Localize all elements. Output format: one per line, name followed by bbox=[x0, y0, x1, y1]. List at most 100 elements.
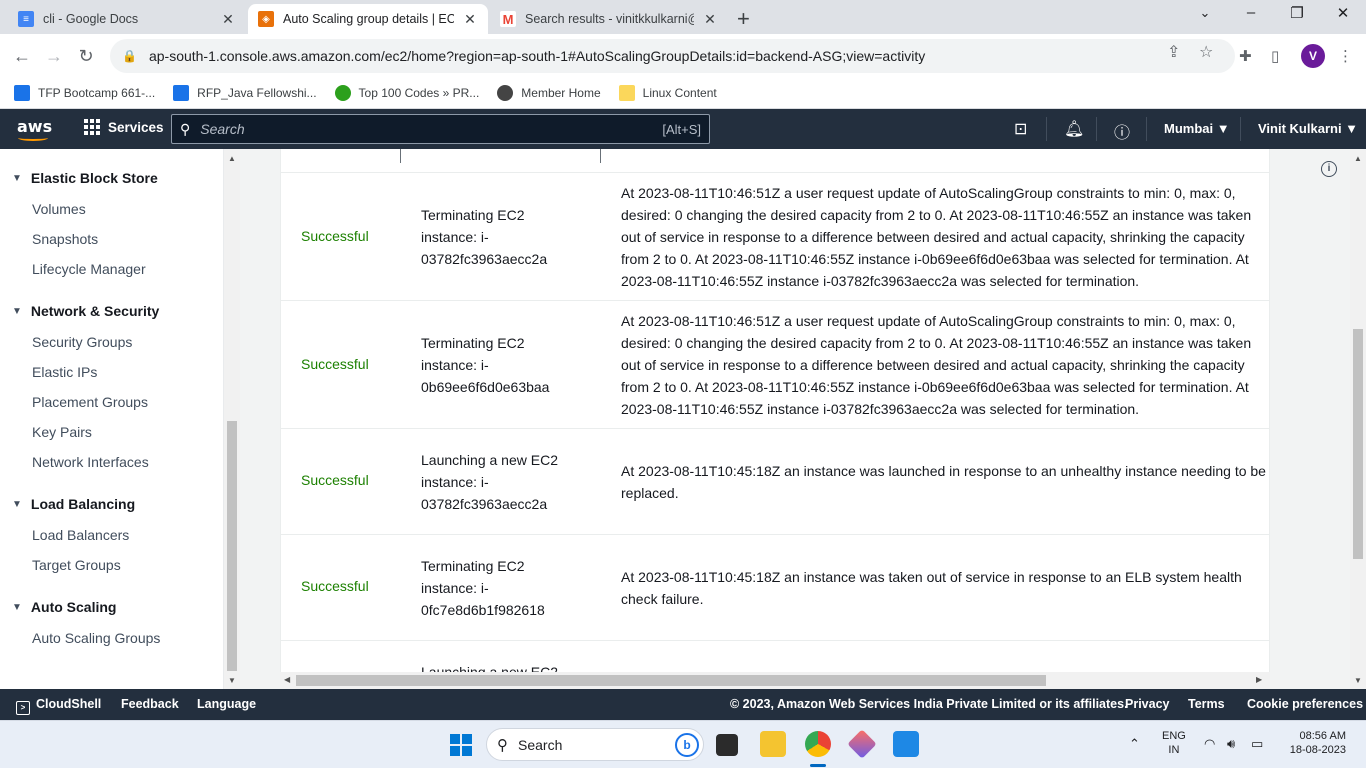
sidebar-item-network-interfaces[interactable]: Network Interfaces bbox=[32, 454, 149, 470]
description-cell: Terminating EC2 instance: i- 03782fc3963… bbox=[421, 204, 581, 270]
restore-icon[interactable]: ❐ bbox=[1282, 4, 1312, 22]
notepad-icon[interactable] bbox=[893, 731, 919, 757]
bookmark-star-icon[interactable]: ☆ bbox=[1199, 42, 1213, 62]
bookmark-item[interactable]: Member Home bbox=[497, 85, 601, 101]
tab-search-chevron-icon[interactable]: ⌄ bbox=[1190, 5, 1220, 21]
scroll-down-icon[interactable]: ▼ bbox=[1354, 676, 1362, 685]
region-selector[interactable]: Mumbai ▼ bbox=[1164, 121, 1230, 136]
windows-start-icon[interactable] bbox=[450, 734, 472, 756]
sidebar-item-auto-scaling-groups[interactable]: Auto Scaling Groups bbox=[32, 630, 160, 646]
sidebar-scroll-thumb[interactable] bbox=[227, 421, 237, 671]
minimize-icon[interactable]: – bbox=[1236, 4, 1266, 21]
help-icon[interactable]: ⓘ bbox=[1114, 119, 1130, 143]
language-link[interactable]: Language bbox=[197, 697, 256, 711]
wifi-icon[interactable]: ◠ bbox=[1204, 736, 1215, 752]
close-tab-icon[interactable]: ✕ bbox=[220, 11, 236, 28]
volume-icon[interactable]: 🔊︎ bbox=[1227, 736, 1235, 752]
clock[interactable]: 08:56 AM 18-08-2023 bbox=[1284, 730, 1346, 756]
cause-line: from 2 to 0. At 2023-08-11T10:46:55Z ins… bbox=[621, 251, 1249, 267]
scroll-up-icon[interactable]: ▲ bbox=[228, 154, 236, 163]
scroll-left-icon[interactable]: ◀ bbox=[284, 675, 290, 684]
sidebar-item-lifecycle-manager[interactable]: Lifecycle Manager bbox=[32, 261, 146, 277]
sidebar-section-load-balancing[interactable]: ▼ Load Balancing bbox=[12, 496, 135, 512]
privacy-link[interactable]: Privacy bbox=[1125, 697, 1169, 711]
extensions-icon[interactable]: ✚ bbox=[1239, 47, 1252, 65]
menu-kebab-icon[interactable]: ⋮ bbox=[1338, 47, 1353, 65]
scroll-up-icon[interactable]: ▲ bbox=[1354, 154, 1362, 163]
table-row: Successful Terminating EC2 instance: i- … bbox=[281, 301, 1269, 429]
tab-gmail[interactable]: M Search results - vinitkkulkarni@g ✕ bbox=[490, 4, 728, 34]
info-panel-icon[interactable]: i bbox=[1321, 161, 1337, 177]
sidebar-section-network-security[interactable]: ▼ Network & Security bbox=[12, 303, 159, 319]
bookmark-item[interactable]: RFP_Java Fellowshi... bbox=[173, 85, 317, 101]
description-line: 03782fc3963aecc2a bbox=[421, 496, 548, 512]
profile-avatar[interactable]: V bbox=[1301, 44, 1325, 68]
address-bar[interactable]: 🔒 ap-south-1.console.aws.amazon.com/ec2/… bbox=[110, 39, 1235, 73]
caret-down-icon: ▼ bbox=[12, 601, 22, 613]
page-vertical-scrollbar[interactable]: ▲ ▼ bbox=[1350, 149, 1366, 689]
account-menu[interactable]: Vinit Kulkarni ▼ bbox=[1258, 121, 1358, 136]
back-icon[interactable]: ← bbox=[10, 44, 34, 68]
tray-chevron-up-icon[interactable]: ⌃ bbox=[1129, 736, 1140, 752]
notifications-bell-icon[interactable]: 🔔︎ bbox=[1064, 119, 1084, 139]
tab-title: Search results - vinitkkulkarni@g bbox=[525, 12, 694, 26]
sidebar-section-elastic-block-store[interactable]: ▼ Elastic Block Store bbox=[12, 170, 158, 186]
bing-icon[interactable]: b bbox=[675, 733, 699, 757]
bookmark-item[interactable]: Top 100 Codes » PR... bbox=[334, 85, 479, 101]
search-placeholder: Search bbox=[200, 121, 245, 137]
cloudshell-icon[interactable]: ⊡ bbox=[1014, 119, 1027, 139]
sidebar-item-target-groups[interactable]: Target Groups bbox=[32, 557, 121, 573]
status-cell: Successful bbox=[301, 228, 369, 244]
nav-divider bbox=[1240, 117, 1241, 141]
language-indicator[interactable]: ENG IN bbox=[1162, 730, 1186, 756]
scroll-down-icon[interactable]: ▼ bbox=[228, 676, 236, 685]
page-scroll-thumb[interactable] bbox=[1353, 329, 1363, 559]
taskbar-search[interactable]: ⚲ Search b bbox=[486, 728, 704, 761]
side-panel-icon[interactable]: ▯ bbox=[1271, 47, 1279, 65]
sidebar-item-key-pairs[interactable]: Key Pairs bbox=[32, 424, 92, 440]
gmail-icon: M bbox=[500, 11, 516, 27]
app-launcher-icon[interactable] bbox=[847, 729, 877, 759]
file-explorer-icon[interactable] bbox=[760, 731, 786, 757]
aws-search-input[interactable]: ⚲ Search [Alt+S] bbox=[171, 114, 710, 144]
main-content: Successful Terminating EC2 instance: i- … bbox=[240, 149, 1350, 689]
scroll-right-icon[interactable]: ▶ bbox=[1256, 675, 1262, 684]
services-menu[interactable]: Services bbox=[84, 119, 164, 135]
section-title: Auto Scaling bbox=[30, 599, 117, 615]
feedback-link[interactable]: Feedback bbox=[121, 697, 179, 711]
sidebar-item-snapshots[interactable]: Snapshots bbox=[32, 231, 98, 247]
tab-auto-scaling[interactable]: ◈ Auto Scaling group details | EC2 ✕ bbox=[248, 4, 488, 34]
battery-icon[interactable]: ▭ bbox=[1251, 736, 1263, 752]
sidebar-item-elastic-ips[interactable]: Elastic IPs bbox=[32, 364, 97, 380]
bookmark-item[interactable]: TFP Bootcamp 661-... bbox=[14, 85, 155, 101]
cause-line: 2023-08-11T10:46:55Z instance i-03782fc3… bbox=[621, 401, 1140, 417]
description-line: Terminating EC2 bbox=[421, 207, 525, 223]
bookmark-folder[interactable]: Linux Content bbox=[618, 85, 717, 101]
cookie-preferences-link[interactable]: Cookie preferences bbox=[1247, 697, 1363, 711]
tab-google-docs[interactable]: ≡ cli - Google Docs ✕ bbox=[8, 4, 246, 34]
close-tab-icon[interactable]: ✕ bbox=[702, 11, 718, 28]
sidebar-item-volumes[interactable]: Volumes bbox=[32, 201, 86, 217]
chrome-icon[interactable] bbox=[805, 731, 831, 757]
task-view-icon[interactable] bbox=[716, 734, 738, 756]
cause-line: out of service in response to a differen… bbox=[621, 357, 1245, 373]
sidebar-item-load-balancers[interactable]: Load Balancers bbox=[32, 527, 129, 543]
sidebar-section-auto-scaling[interactable]: ▼ Auto Scaling bbox=[12, 599, 116, 615]
sidebar-scrollbar[interactable]: ▲ ▼ bbox=[224, 149, 240, 689]
new-tab-icon[interactable]: + bbox=[737, 6, 750, 32]
forward-icon[interactable]: → bbox=[42, 44, 66, 68]
cloudshell-button[interactable]: > CloudShell bbox=[16, 697, 101, 715]
close-window-icon[interactable]: ✕ bbox=[1328, 4, 1358, 22]
section-title: Network & Security bbox=[30, 303, 160, 319]
sidebar-item-security-groups[interactable]: Security Groups bbox=[32, 334, 132, 350]
aws-logo[interactable]: aws bbox=[17, 117, 52, 136]
bookmark-favicon-icon bbox=[334, 85, 351, 101]
share-icon[interactable]: ⇪ bbox=[1167, 42, 1180, 62]
terms-link[interactable]: Terms bbox=[1188, 697, 1225, 711]
reload-icon[interactable]: ↻ bbox=[74, 44, 98, 68]
sidebar-item-placement-groups[interactable]: Placement Groups bbox=[32, 394, 148, 410]
cause-cell: At 2023-08-11T10:46:51Z a user request u… bbox=[621, 182, 1269, 292]
horizontal-scroll-thumb[interactable] bbox=[296, 675, 1046, 686]
table-horizontal-scrollbar[interactable]: ◀ ▶ bbox=[280, 672, 1270, 689]
close-tab-icon[interactable]: ✕ bbox=[462, 11, 478, 28]
